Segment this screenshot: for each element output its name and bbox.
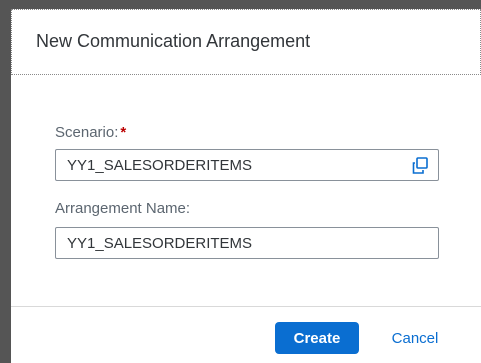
scenario-input-value: YY1_SALESORDERITEMS — [67, 157, 253, 174]
arrangement-name-input-value: YY1_SALESORDERITEMS — [67, 235, 253, 252]
value-help-icon[interactable] — [410, 156, 430, 176]
dialog-header: New Communication Arrangement — [11, 9, 481, 75]
new-communication-arrangement-dialog: New Communication Arrangement Scenario: *… — [0, 0, 481, 363]
required-marker: * — [120, 124, 127, 141]
scenario-label: Scenario: * — [55, 124, 126, 141]
arrangement-name-label: Arrangement Name: — [55, 200, 191, 217]
create-button[interactable]: Create — [275, 322, 359, 354]
dialog-title: New Communication Arrangement — [36, 31, 311, 51]
scenario-label-text: Scenario: — [55, 124, 119, 141]
footer-divider — [11, 306, 481, 307]
arrangement-name-input[interactable]: YY1_SALESORDERITEMS — [55, 227, 439, 259]
scenario-input[interactable]: YY1_SALESORDERITEMS — [55, 149, 439, 181]
cancel-button[interactable]: Cancel — [377, 322, 453, 354]
